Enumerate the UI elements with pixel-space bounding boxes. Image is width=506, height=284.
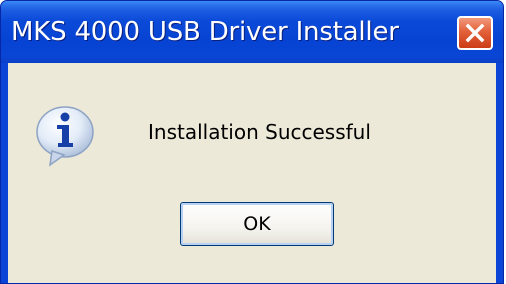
window-title: MKS 4000 USB Driver Installer (11, 17, 399, 47)
close-button[interactable] (457, 16, 493, 50)
info-icon (36, 106, 94, 167)
close-icon (465, 23, 485, 43)
title-bar[interactable]: MKS 4000 USB Driver Installer (1, 1, 503, 63)
dialog-body: Installation Successful OK (8, 63, 496, 283)
dialog-window: MKS 4000 USB Driver Installer Installati… (0, 0, 504, 284)
ok-button[interactable]: OK (180, 202, 334, 246)
status-message: Installation Successful (148, 120, 371, 144)
